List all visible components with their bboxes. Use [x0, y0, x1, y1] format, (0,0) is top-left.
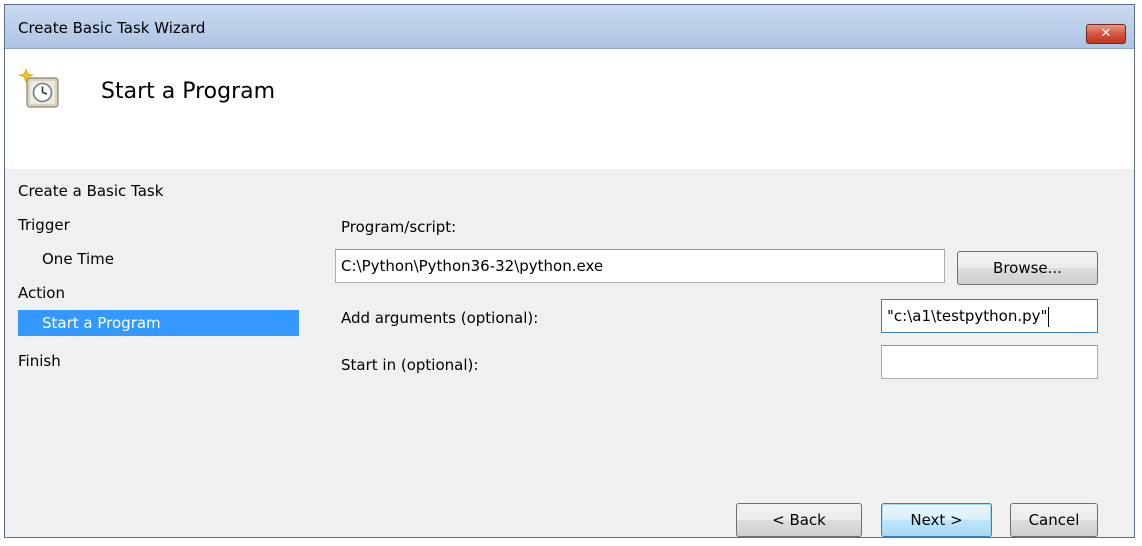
title-bar[interactable]: Create Basic Task Wizard ✕ [5, 5, 1134, 49]
page-title: Start a Program [101, 79, 276, 104]
nav-item-start-a-program[interactable]: Start a Program [18, 310, 299, 336]
window-title: Create Basic Task Wizard [18, 19, 206, 37]
start-in-input[interactable] [881, 345, 1098, 379]
program-script-value: C:\Python\Python36-32\python.exe [341, 257, 604, 275]
nav-item-finish[interactable]: Finish [18, 348, 61, 374]
add-arguments-label: Add arguments (optional): [341, 309, 539, 327]
wizard-window: Create Basic Task Wizard ✕ Start a Progr… [4, 4, 1135, 538]
program-script-label: Program/script: [341, 218, 457, 236]
browse-button[interactable]: Browse... [957, 251, 1098, 285]
wizard-header: Start a Program [5, 49, 1134, 169]
close-button[interactable]: ✕ [1086, 24, 1126, 44]
cancel-button[interactable]: Cancel [1010, 503, 1098, 537]
text-caret [1048, 306, 1050, 327]
next-button[interactable]: Next > [881, 503, 992, 537]
nav-item-one-time[interactable]: One Time [42, 246, 114, 272]
nav-item-trigger[interactable]: Trigger [18, 212, 70, 238]
nav-item-action[interactable]: Action [18, 280, 65, 306]
add-arguments-input[interactable]: "c:\a1\testpython.py" [881, 299, 1098, 333]
back-button[interactable]: < Back [736, 503, 862, 537]
start-in-label: Start in (optional): [341, 356, 479, 374]
nav-item-create-basic-task[interactable]: Create a Basic Task [18, 178, 163, 204]
wizard-steps-nav: Create a Basic Task Trigger One Time Act… [5, 170, 305, 537]
add-arguments-value: "c:\a1\testpython.py" [887, 307, 1048, 325]
close-icon: ✕ [1100, 26, 1112, 41]
program-script-input[interactable]: C:\Python\Python36-32\python.exe [335, 249, 945, 283]
scheduled-task-clock-icon [18, 68, 59, 108]
